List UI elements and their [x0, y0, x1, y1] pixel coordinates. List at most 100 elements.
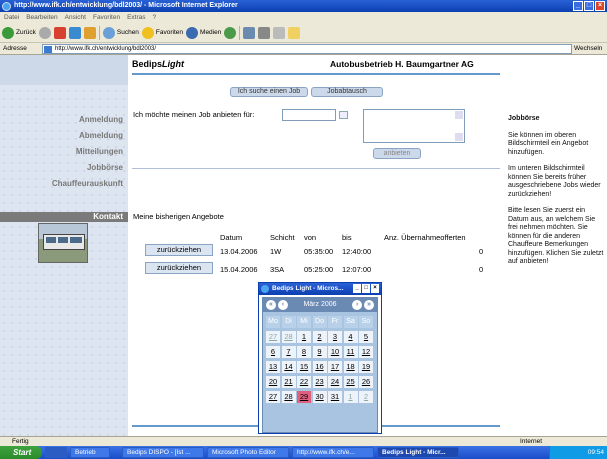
calendar-popup-window[interactable]: Bedips Light - Micros... _ □ × « ‹ März … — [258, 282, 382, 434]
minimize-button[interactable]: _ — [573, 1, 583, 11]
prev-month-icon[interactable]: ‹ — [278, 300, 288, 310]
calendar-day[interactable]: 10 — [328, 346, 342, 358]
tab-ich-suche-einen-job[interactable]: Ich suche einen Job — [230, 87, 308, 97]
calendar-day[interactable]: 31 — [328, 391, 342, 403]
calendar-day[interactable]: 24 — [328, 376, 342, 388]
menu-extras[interactable]: Extras — [127, 12, 145, 23]
media-button[interactable]: Medien — [186, 26, 221, 39]
calendar-day[interactable]: 22 — [297, 376, 311, 388]
quicklaunch-icons[interactable] — [45, 447, 67, 458]
taskbar: Start Betrieb Bedips DISPO - [Ist ... Mi… — [0, 446, 607, 459]
calendar-day[interactable]: 1 — [343, 391, 358, 403]
task-betrieb[interactable]: Betrieb — [70, 447, 110, 458]
scroll-up-icon[interactable] — [455, 111, 463, 119]
calendar-day[interactable]: 15 — [297, 361, 311, 373]
anbieten-button[interactable]: anbieten — [373, 148, 421, 159]
nav-abmeldung[interactable]: Abmeldung — [79, 131, 123, 140]
calendar-day[interactable]: 13 — [266, 361, 280, 373]
calendar-day[interactable]: 21 — [281, 376, 296, 388]
row-from: 05:35:00 — [304, 247, 334, 256]
favorites-button[interactable]: Favoriten — [141, 26, 183, 39]
help-paragraph: Sie können im oberen Bildschirmteil ein … — [508, 131, 589, 156]
calendar-day[interactable]: 2 — [312, 331, 327, 343]
nav-mitteilungen[interactable]: Mitteilungen — [76, 147, 123, 156]
calendar-day[interactable]: 27 — [266, 391, 280, 403]
ie-icon — [261, 285, 269, 293]
popup-titlebar[interactable]: Bedips Light - Micros... _ □ × — [259, 283, 381, 295]
mail-icon[interactable] — [243, 26, 256, 39]
history-icon[interactable] — [224, 26, 237, 39]
next-month-icon[interactable]: › — [352, 300, 362, 310]
scroll-down-icon[interactable] — [455, 133, 463, 141]
bus-body — [43, 234, 85, 250]
task-photo-editor[interactable]: Microsoft Photo Editor — [207, 447, 289, 458]
calendar-day[interactable]: 19 — [359, 361, 373, 373]
back-button[interactable]: Zurück — [2, 26, 36, 39]
calendar-day[interactable]: 26 — [359, 376, 373, 388]
menu-favoriten[interactable]: Favoriten — [93, 12, 120, 23]
popup-close-button[interactable]: × — [371, 284, 379, 293]
folder-icon[interactable] — [288, 26, 301, 39]
calendar-day[interactable]: 11 — [343, 346, 358, 358]
window-titlebar[interactable]: http://www.ifk.ch/entwicklung/bdl2003/ -… — [0, 0, 607, 12]
menu-help[interactable]: ? — [153, 12, 157, 23]
address-input[interactable]: http://www.ifk.ch/entwicklung/bdl2003/ — [42, 44, 572, 54]
calendar-day[interactable]: 17 — [328, 361, 342, 373]
home-icon[interactable] — [83, 26, 96, 39]
calendar-day[interactable]: 14 — [281, 361, 296, 373]
calendar-day[interactable]: 6 — [266, 346, 280, 358]
calendar-icon[interactable] — [339, 111, 348, 119]
task-ie-ifk[interactable]: http://www.ifk.ch/e... — [292, 447, 374, 458]
nav-anmeldung[interactable]: Anmeldung — [79, 115, 123, 124]
system-tray: 09:54 — [549, 446, 607, 459]
maximize-button[interactable]: □ — [584, 1, 594, 11]
edit-icon[interactable] — [273, 26, 286, 39]
calendar-day[interactable]: 1 — [297, 331, 311, 343]
menu-ansicht[interactable]: Ansicht — [65, 12, 86, 23]
calendar-day[interactable]: 23 — [312, 376, 327, 388]
withdraw-button[interactable]: zurückziehen — [145, 262, 213, 274]
nav-jobboerse[interactable]: Jobbörse — [87, 163, 123, 172]
calendar-day[interactable]: 9 — [312, 346, 327, 358]
calendar-day[interactable]: 12 — [359, 346, 373, 358]
popup-minimize-button[interactable]: _ — [353, 284, 361, 293]
next-year-icon[interactable]: » — [364, 300, 374, 310]
calendar-day[interactable]: 25 — [343, 376, 358, 388]
calendar-day[interactable]: 4 — [343, 331, 358, 343]
search-button[interactable]: Suchen — [102, 26, 139, 39]
calendar-day[interactable]: 16 — [312, 361, 327, 373]
popup-title: Bedips Light - Micros... — [272, 285, 344, 292]
prev-year-icon[interactable]: « — [266, 300, 276, 310]
nav-chauffeurauskunft[interactable]: Chauffeurauskunft — [52, 179, 123, 188]
calendar-day[interactable]: 2 — [359, 391, 373, 403]
calendar-day[interactable]: 8 — [297, 346, 311, 358]
print-icon[interactable] — [258, 26, 271, 39]
row-shift: 3SA — [270, 265, 285, 274]
tab-jobabtausch[interactable]: Jobabtausch — [311, 87, 383, 97]
calendar-day[interactable]: 20 — [266, 376, 280, 388]
stop-icon[interactable] — [53, 26, 66, 39]
remarks-textarea[interactable] — [363, 109, 465, 143]
calendar-day[interactable]: 27 — [266, 331, 280, 343]
calendar-day[interactable]: 30 — [312, 391, 327, 403]
start-button[interactable]: Start — [0, 446, 42, 459]
calendar-day[interactable]: 3 — [328, 331, 342, 343]
popup-maximize-button[interactable]: □ — [362, 284, 370, 293]
calendar-day[interactable]: 5 — [359, 331, 373, 343]
refresh-icon[interactable] — [68, 26, 81, 39]
calendar-day[interactable]: 18 — [343, 361, 358, 373]
nav-kontakt[interactable]: Kontakt — [0, 212, 128, 222]
menu-bearbeiten[interactable]: Bearbeiten — [26, 12, 57, 23]
date-input[interactable] — [282, 109, 336, 121]
calendar-day[interactable]: 28 — [281, 331, 296, 343]
calendar-day[interactable]: 29 — [297, 391, 311, 403]
menu-datei[interactable]: Datei — [4, 12, 19, 23]
row-count: 0 — [479, 265, 484, 274]
forward-arrow-icon[interactable] — [38, 26, 51, 39]
close-button[interactable]: × — [595, 1, 605, 11]
calendar-day[interactable]: 28 — [281, 391, 296, 403]
task-bedips-dispo[interactable]: Bedips DISPO - [Ist ... — [122, 447, 204, 458]
task-bedips-light[interactable]: Bedips Light - Micr... — [377, 447, 459, 458]
calendar-day[interactable]: 7 — [281, 346, 296, 358]
withdraw-button[interactable]: zurückziehen — [145, 244, 213, 256]
